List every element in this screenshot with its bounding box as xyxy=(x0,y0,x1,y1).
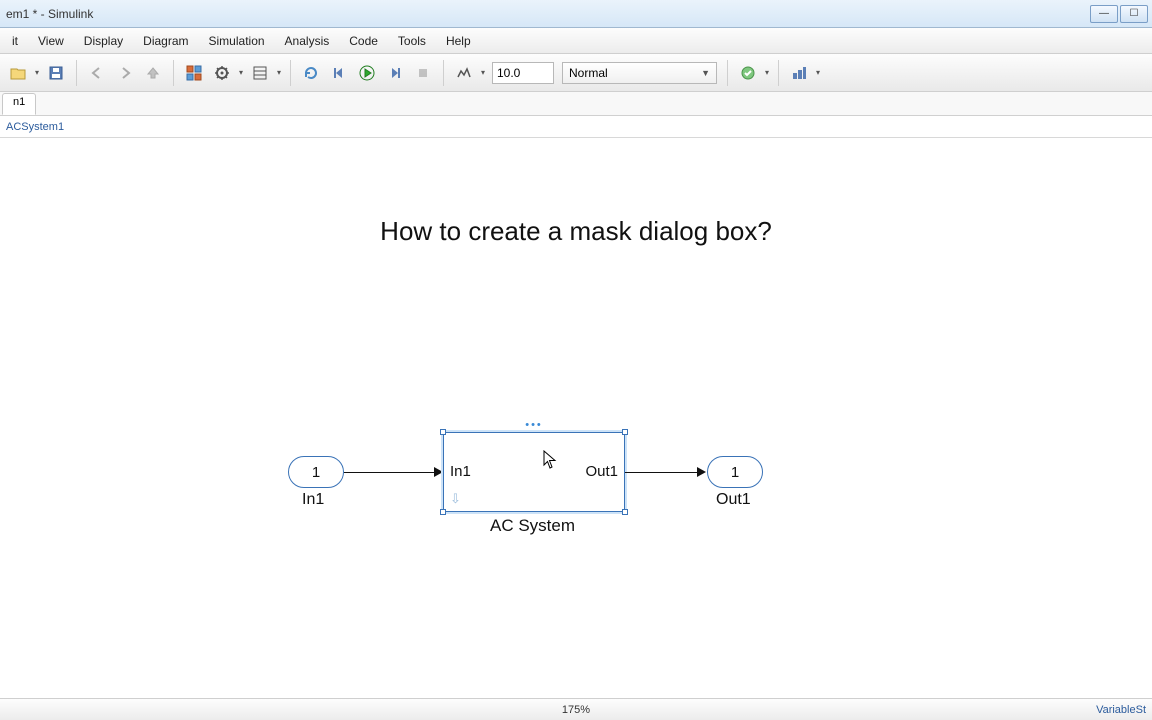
stop-button[interactable] xyxy=(409,59,437,87)
config-dropdown[interactable]: ▾ xyxy=(236,68,246,77)
subsystem-out-label: Out1 xyxy=(585,463,618,480)
explorer-dropdown[interactable]: ▾ xyxy=(274,68,284,77)
inport-value: 1 xyxy=(312,464,320,481)
breadcrumb[interactable]: ACSystem1 xyxy=(0,116,1152,138)
inport-block[interactable]: 1 xyxy=(288,456,344,488)
open-dropdown[interactable]: ▾ xyxy=(32,68,42,77)
menu-code[interactable]: Code xyxy=(339,30,388,52)
outport-value: 1 xyxy=(731,464,739,481)
forward-button[interactable] xyxy=(111,59,139,87)
simulation-mode-select[interactable]: Normal ▼ xyxy=(562,62,717,84)
titlebar: em1 * - Simulink — ☐ xyxy=(0,0,1152,28)
resize-handle[interactable] xyxy=(440,429,446,435)
up-button[interactable] xyxy=(139,59,167,87)
breadcrumb-root[interactable]: ACSystem1 xyxy=(6,121,64,133)
subsystem-in-label: In1 xyxy=(450,463,471,480)
status-right: VariableSt xyxy=(1096,704,1146,716)
menu-display[interactable]: Display xyxy=(74,30,133,52)
step-forward-button[interactable] xyxy=(381,59,409,87)
menu-view[interactable]: View xyxy=(28,30,74,52)
simulation-mode-value: Normal xyxy=(569,66,608,80)
build-button[interactable] xyxy=(785,59,813,87)
canvas[interactable]: How to create a mask dialog box? 1 In1 •… xyxy=(0,138,1152,694)
model-config-button[interactable] xyxy=(208,59,236,87)
menu-diagram[interactable]: Diagram xyxy=(133,30,198,52)
run-button[interactable] xyxy=(353,59,381,87)
look-inside-icon[interactable]: ⇩ xyxy=(450,491,461,507)
menubar: it View Display Diagram Simulation Analy… xyxy=(0,28,1152,54)
toolbar: ▾ ▾ ▾ ▾ Normal ▼ ▾ ▾ xyxy=(0,54,1152,92)
menu-simulation[interactable]: Simulation xyxy=(199,30,275,52)
menu-help[interactable]: Help xyxy=(436,30,481,52)
resize-handle[interactable] xyxy=(440,509,446,515)
open-button[interactable] xyxy=(4,59,32,87)
outport-block[interactable]: 1 xyxy=(707,456,763,488)
build-dropdown[interactable]: ▾ xyxy=(813,68,823,77)
update-diagram-button[interactable] xyxy=(297,59,325,87)
library-browser-button[interactable] xyxy=(180,59,208,87)
subsystem-block[interactable]: ••• In1 Out1 ⇩ xyxy=(443,432,625,512)
minimize-button[interactable]: — xyxy=(1090,5,1118,23)
inport-label[interactable]: In1 xyxy=(302,491,324,509)
menu-analysis[interactable]: Analysis xyxy=(275,30,340,52)
stop-time-input[interactable] xyxy=(492,62,554,84)
window-title: em1 * - Simulink xyxy=(4,7,1088,21)
outport-label[interactable]: Out1 xyxy=(716,491,751,509)
save-button[interactable] xyxy=(42,59,70,87)
record-dropdown[interactable]: ▾ xyxy=(478,68,488,77)
advisor-dropdown[interactable]: ▾ xyxy=(762,68,772,77)
menu-edit[interactable]: it xyxy=(2,30,28,52)
tab-model[interactable]: n1 xyxy=(2,93,36,115)
zoom-level[interactable]: 175% xyxy=(562,704,590,716)
tab-strip: n1 xyxy=(0,92,1152,116)
model-explorer-button[interactable] xyxy=(246,59,274,87)
resize-handle[interactable] xyxy=(622,509,628,515)
subsystem-name[interactable]: AC System xyxy=(490,516,575,536)
step-back-button[interactable] xyxy=(325,59,353,87)
signal-in[interactable] xyxy=(344,472,438,473)
arrowhead-icon xyxy=(434,467,443,477)
action-dots-icon[interactable]: ••• xyxy=(525,419,543,431)
statusbar: 175% VariableSt xyxy=(0,698,1152,720)
chevron-down-icon: ▼ xyxy=(701,68,710,78)
menu-tools[interactable]: Tools xyxy=(388,30,436,52)
model-advisor-button[interactable] xyxy=(734,59,762,87)
back-button[interactable] xyxy=(83,59,111,87)
maximize-button[interactable]: ☐ xyxy=(1120,5,1148,23)
record-button[interactable] xyxy=(450,59,478,87)
annotation-text[interactable]: How to create a mask dialog box? xyxy=(380,216,772,247)
resize-handle[interactable] xyxy=(622,429,628,435)
signal-out[interactable] xyxy=(625,472,701,473)
arrowhead-icon xyxy=(697,467,706,477)
